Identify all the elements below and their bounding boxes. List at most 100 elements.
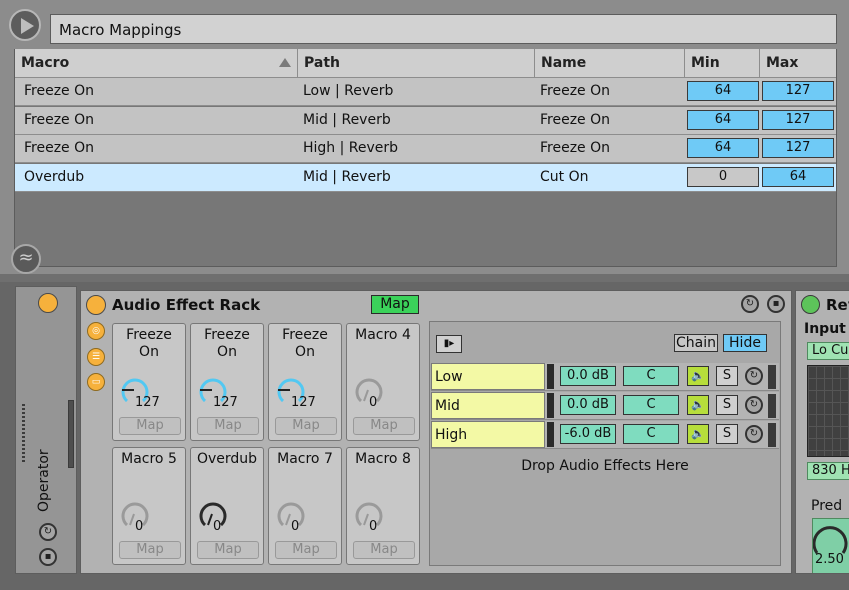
macro-name: Freeze On	[204, 327, 250, 360]
chain-button[interactable]: Chain	[674, 334, 718, 352]
macro-knob-6[interactable]: Overdub 0 Map	[190, 447, 264, 565]
play-pause-icon[interactable]: ▮▸	[436, 335, 462, 353]
chain-name-field[interactable]: High	[431, 421, 545, 448]
table-row[interactable]: Freeze On Low | Reverb Freeze On 64 127	[15, 78, 836, 106]
macro-knob-2[interactable]: Freeze On 127 Map	[190, 323, 264, 441]
knob-icon[interactable]	[275, 499, 305, 529]
macro-map-button[interactable]: Map	[353, 417, 415, 435]
chain-pan[interactable]: C	[623, 395, 679, 415]
save-icon[interactable]: ▪	[767, 295, 785, 313]
hot-swap-icon[interactable]: ↻	[741, 295, 759, 313]
min-value-field[interactable]: 64	[687, 110, 759, 130]
macro-value: 0	[369, 395, 378, 410]
column-header-max[interactable]: Max	[760, 49, 836, 78]
audio-effect-rack: Audio Effect Rack Map ↻ ▪ ◎ ☰ ▭ Freeze O…	[80, 290, 792, 574]
min-value-field[interactable]: 0	[687, 167, 759, 187]
hot-swap-icon[interactable]: ↻	[745, 367, 763, 385]
row-macro: Freeze On	[24, 140, 95, 156]
row-name: Freeze On	[540, 83, 611, 99]
input-label: Input	[804, 321, 846, 337]
macro-knob-7[interactable]: Macro 7 0 Map	[268, 447, 342, 565]
macro-knob-3[interactable]: Freeze On 127 Map	[268, 323, 342, 441]
row-path: Low | Reverb	[303, 83, 394, 99]
min-value-field[interactable]: 64	[687, 138, 759, 158]
macro-name: Overdub	[196, 451, 258, 467]
operator-label: Operator	[36, 449, 52, 512]
reverb-device: Rev Input Lo Cu 830 H Pred 2.50	[795, 290, 849, 574]
macro-knob-4[interactable]: Macro 4 0 Map	[346, 323, 420, 441]
knob-icon[interactable]	[197, 499, 227, 529]
macro-map-button[interactable]: Map	[275, 541, 337, 559]
row-macro: Overdub	[24, 169, 85, 185]
max-value-field[interactable]: 64	[762, 167, 834, 187]
chain-row[interactable]: Low 0.0 dB C 🔈 S ↻	[431, 363, 779, 391]
hot-swap-icon[interactable]: ↻	[745, 425, 763, 443]
macro-map-button[interactable]: Map	[119, 417, 181, 435]
knob-icon[interactable]	[119, 499, 149, 529]
wave-icon[interactable]: ≈	[11, 244, 41, 274]
min-value-field[interactable]: 64	[687, 81, 759, 101]
chain-row[interactable]: Mid 0.0 dB C 🔈 S ↻	[431, 392, 779, 420]
macro-value: 127	[291, 395, 316, 410]
map-button[interactable]: Map	[371, 295, 419, 314]
chain-name-field[interactable]: Mid	[431, 392, 545, 419]
hide-button[interactable]: Hide	[723, 334, 767, 352]
drag-handle-icon[interactable]	[22, 404, 25, 464]
table-row[interactable]: Freeze On High | Reverb Freeze On 64 127	[15, 135, 836, 163]
chain-volume[interactable]: 0.0 dB	[560, 366, 616, 386]
macro-map-button[interactable]: Map	[197, 541, 259, 559]
speaker-icon[interactable]: 🔈	[687, 395, 709, 415]
solo-button[interactable]: S	[716, 395, 738, 415]
device-on-icon[interactable]	[86, 295, 106, 315]
macro-value: 0	[213, 519, 222, 534]
macro-map-button[interactable]: Map	[353, 541, 415, 559]
filter-display[interactable]	[807, 365, 849, 457]
solo-button[interactable]: S	[716, 424, 738, 444]
knob-icon[interactable]	[353, 499, 383, 529]
max-value-field[interactable]: 127	[762, 81, 834, 101]
table-row-selected[interactable]: Overdub Mid | Reverb Cut On 0 64	[15, 164, 836, 192]
macro-value: 0	[135, 519, 144, 534]
macro-knob-1[interactable]: Freeze On 127 Map	[112, 323, 186, 441]
knob-icon[interactable]	[353, 375, 383, 405]
hot-swap-icon[interactable]: ↻	[39, 523, 57, 541]
macro-value: 0	[291, 519, 300, 534]
column-header-macro[interactable]: Macro	[15, 49, 298, 78]
hot-swap-icon[interactable]: ↻	[745, 396, 763, 414]
column-header-name[interactable]: Name	[535, 49, 685, 78]
max-value-field[interactable]: 127	[762, 138, 834, 158]
chain-list-icon[interactable]: ☰	[87, 348, 105, 366]
chain-volume[interactable]: 0.0 dB	[560, 395, 616, 415]
chain-pan[interactable]: C	[623, 366, 679, 386]
device-on-icon[interactable]	[38, 293, 58, 313]
frequency-field[interactable]: 830 H	[807, 462, 849, 480]
device-on-icon[interactable]	[801, 295, 820, 314]
macro-map-button[interactable]: Map	[197, 417, 259, 435]
macro-view-icon[interactable]: ◎	[87, 322, 105, 340]
column-header-path[interactable]: Path	[298, 49, 535, 78]
macro-knob-8[interactable]: Macro 8 0 Map	[346, 447, 420, 565]
macro-map-button[interactable]: Map	[275, 417, 337, 435]
chain-volume[interactable]: -6.0 dB	[560, 424, 616, 444]
device-view-icon[interactable]: ▭	[87, 373, 105, 391]
drop-zone-text[interactable]: Drop Audio Effects Here	[430, 458, 780, 474]
macro-name: Macro 4	[355, 327, 411, 343]
lo-cut-toggle[interactable]: Lo Cu	[807, 342, 849, 360]
speaker-icon[interactable]: 🔈	[687, 366, 709, 386]
column-header-min[interactable]: Min	[685, 49, 760, 78]
table-row[interactable]: Freeze On Mid | Reverb Freeze On 64 127	[15, 107, 836, 135]
solo-button[interactable]: S	[716, 366, 738, 386]
macro-map-button[interactable]: Map	[119, 541, 181, 559]
row-name: Cut On	[540, 169, 589, 185]
chain-name-field[interactable]: Low	[431, 363, 545, 390]
max-value-field[interactable]: 127	[762, 110, 834, 130]
macro-value: 127	[135, 395, 160, 410]
chain-pan[interactable]: C	[623, 424, 679, 444]
macro-name: Macro 7	[277, 451, 333, 467]
speaker-icon[interactable]: 🔈	[687, 424, 709, 444]
macro-knob-5[interactable]: Macro 5 0 Map	[112, 447, 186, 565]
macro-value: 127	[213, 395, 238, 410]
save-icon[interactable]: ▪	[39, 548, 57, 566]
play-icon[interactable]	[9, 9, 41, 41]
chain-row[interactable]: High -6.0 dB C 🔈 S ↻	[431, 421, 779, 449]
